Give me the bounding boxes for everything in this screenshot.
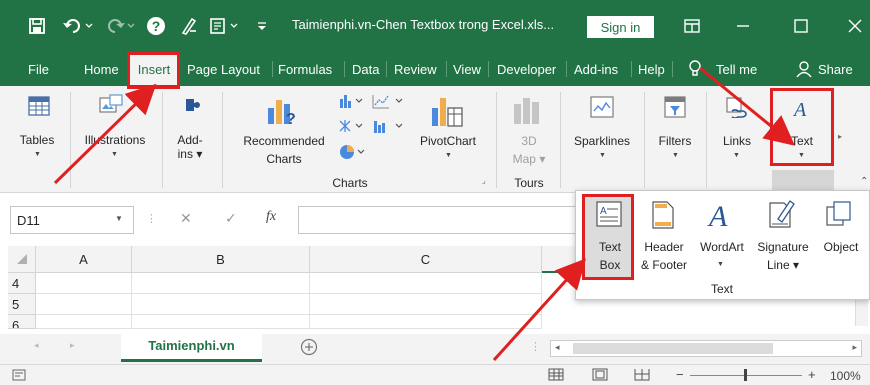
annotation-arrows: [53, 66, 795, 362]
arrow-to-text: [699, 66, 795, 146]
arrow-to-text-box: [492, 258, 587, 362]
arrow-to-insert: [53, 83, 157, 185]
